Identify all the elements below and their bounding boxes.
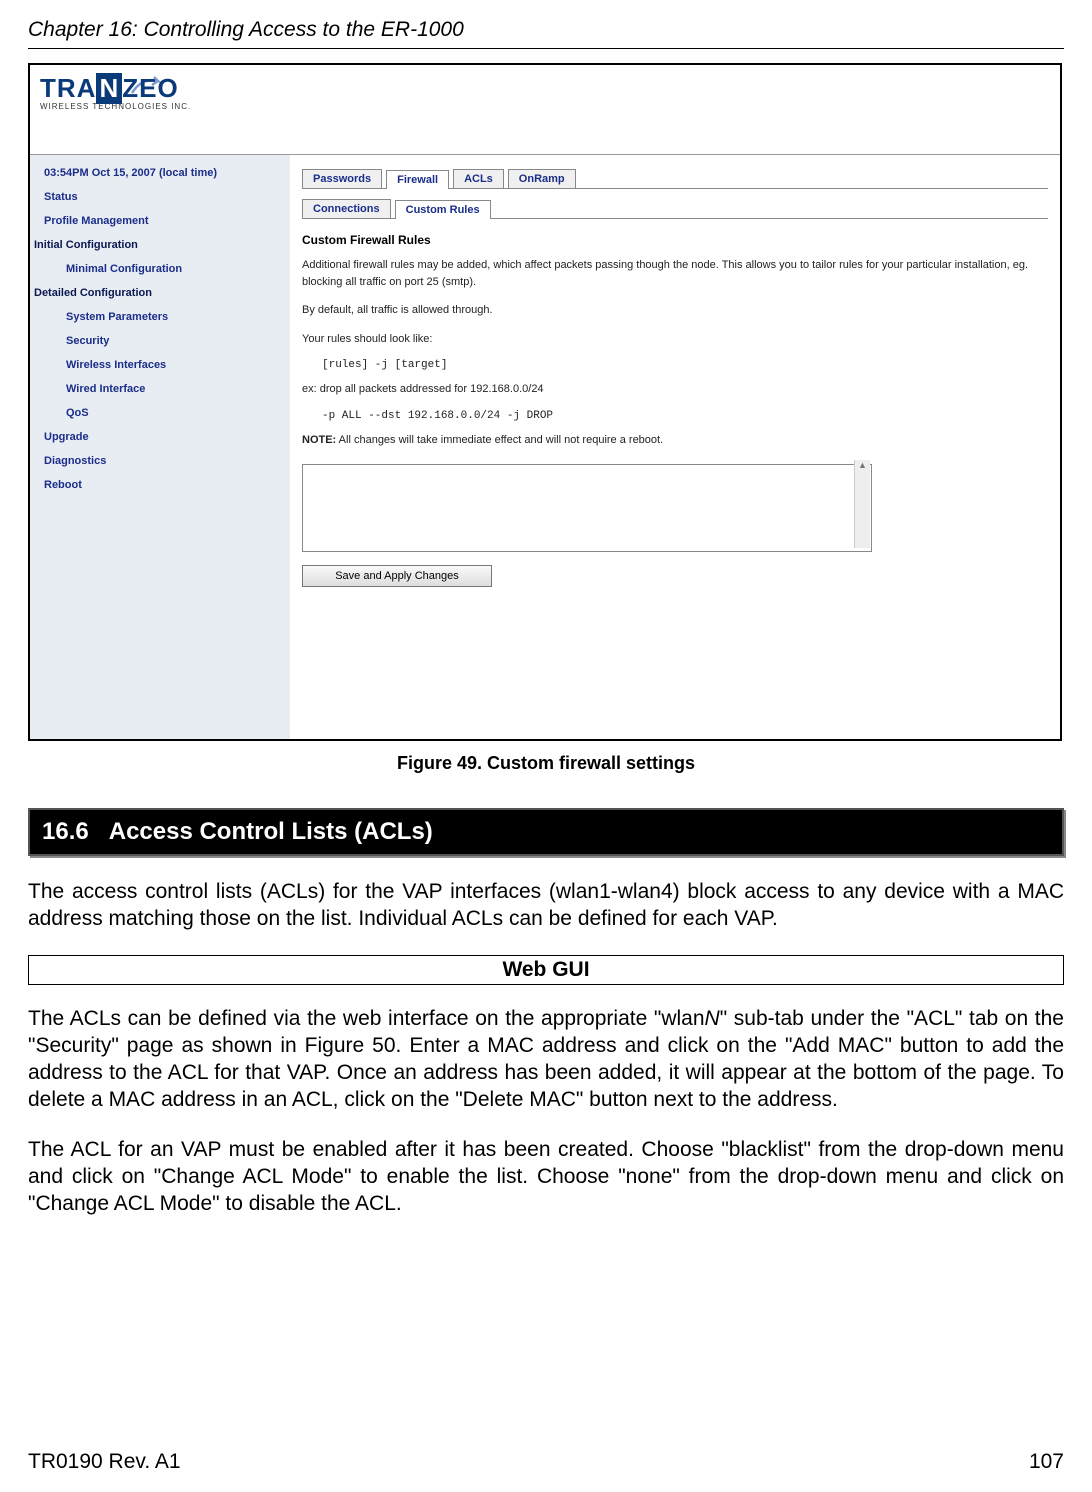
para-1: The access control lists (ACLs) for the … bbox=[28, 878, 1064, 933]
sidebar-item-time[interactable]: 03:54PM Oct 15, 2007 (local time) bbox=[30, 161, 290, 185]
panel-heading: Custom Firewall Rules bbox=[302, 233, 1048, 247]
sidebar-item-status[interactable]: Status bbox=[30, 185, 290, 209]
chapter-header: Chapter 16: Controlling Access to the ER… bbox=[28, 18, 1064, 49]
sidebar-item-wireless[interactable]: Wireless Interfaces bbox=[30, 353, 290, 377]
sidebar-item-qos[interactable]: QoS bbox=[30, 401, 290, 425]
panel-p3: Your rules should look like: bbox=[302, 331, 1048, 348]
footer-right: 107 bbox=[1029, 1450, 1064, 1474]
logo-area: TRANZEO WIRELESS TECHNOLOGIES INC. bbox=[30, 65, 1060, 155]
rules-textarea[interactable] bbox=[302, 464, 872, 552]
sidebar-item-minimal[interactable]: Minimal Configuration bbox=[30, 257, 290, 281]
panel-p1: Additional firewall rules may be added, … bbox=[302, 257, 1048, 290]
tab-custom-rules[interactable]: Custom Rules bbox=[395, 200, 491, 219]
tab-passwords[interactable]: Passwords bbox=[302, 169, 382, 188]
sidebar-item-reboot[interactable]: Reboot bbox=[30, 473, 290, 497]
tab-firewall[interactable]: Firewall bbox=[386, 170, 449, 189]
sidebar-item-security[interactable]: Security bbox=[30, 329, 290, 353]
footer-left: TR0190 Rev. A1 bbox=[28, 1450, 181, 1474]
logo-text: TRANZEO bbox=[40, 73, 1050, 104]
panel-code1: [rules] -j [target] bbox=[322, 359, 1048, 371]
figure-caption: Figure 49. Custom firewall settings bbox=[28, 753, 1064, 774]
tab-row-sub: Connections Custom Rules bbox=[302, 193, 1048, 219]
tab-row-top: Passwords Firewall ACLs OnRamp bbox=[302, 163, 1048, 189]
para-3: The ACL for an VAP must be enabled after… bbox=[28, 1136, 1064, 1218]
section-number: 16.6 bbox=[42, 818, 89, 845]
sidebar-item-sysparams[interactable]: System Parameters bbox=[30, 305, 290, 329]
sidebar-item-diagnostics[interactable]: Diagnostics bbox=[30, 449, 290, 473]
panel-p4: ex: drop all packets addressed for 192.1… bbox=[302, 381, 1048, 398]
scrollbar-icon[interactable] bbox=[854, 460, 870, 548]
para-2: The ACLs can be defined via the web inte… bbox=[28, 1005, 1064, 1114]
main-panel: Passwords Firewall ACLs OnRamp Connectio… bbox=[290, 155, 1060, 739]
panel-p2: By default, all traffic is allowed throu… bbox=[302, 302, 1048, 319]
webgui-heading: Web GUI bbox=[28, 955, 1064, 985]
sidebar-group-detailed[interactable]: Detailed Configuration bbox=[30, 281, 290, 305]
sidebar-group-initial[interactable]: Initial Configuration bbox=[30, 233, 290, 257]
section-heading-bar: 16.6 Access Control Lists (ACLs) bbox=[28, 808, 1064, 856]
page-footer: TR0190 Rev. A1 107 bbox=[28, 1450, 1064, 1474]
panel-code2: -p ALL --dst 192.168.0.0/24 -j DROP bbox=[322, 410, 1048, 422]
screenshot-container: TRANZEO WIRELESS TECHNOLOGIES INC. 03:54… bbox=[28, 63, 1062, 741]
tab-acls[interactable]: ACLs bbox=[453, 169, 504, 188]
tab-onramp[interactable]: OnRamp bbox=[508, 169, 576, 188]
section-title: Access Control Lists (ACLs) bbox=[109, 818, 433, 845]
sidebar-item-wired[interactable]: Wired Interface bbox=[30, 377, 290, 401]
sidebar-item-upgrade[interactable]: Upgrade bbox=[30, 425, 290, 449]
sidebar: 03:54PM Oct 15, 2007 (local time) Status… bbox=[30, 155, 290, 739]
panel-note: NOTE: All changes will take immediate ef… bbox=[302, 432, 1048, 449]
tab-connections[interactable]: Connections bbox=[302, 199, 391, 218]
save-apply-button[interactable]: Save and Apply Changes bbox=[302, 565, 492, 587]
para2-a: The ACLs can be defined via the web inte… bbox=[28, 1007, 705, 1030]
para2-n: N bbox=[705, 1007, 720, 1030]
note-text: All changes will take immediate effect a… bbox=[336, 434, 663, 446]
sidebar-item-profile[interactable]: Profile Management bbox=[30, 209, 290, 233]
note-label: NOTE: bbox=[302, 434, 336, 446]
